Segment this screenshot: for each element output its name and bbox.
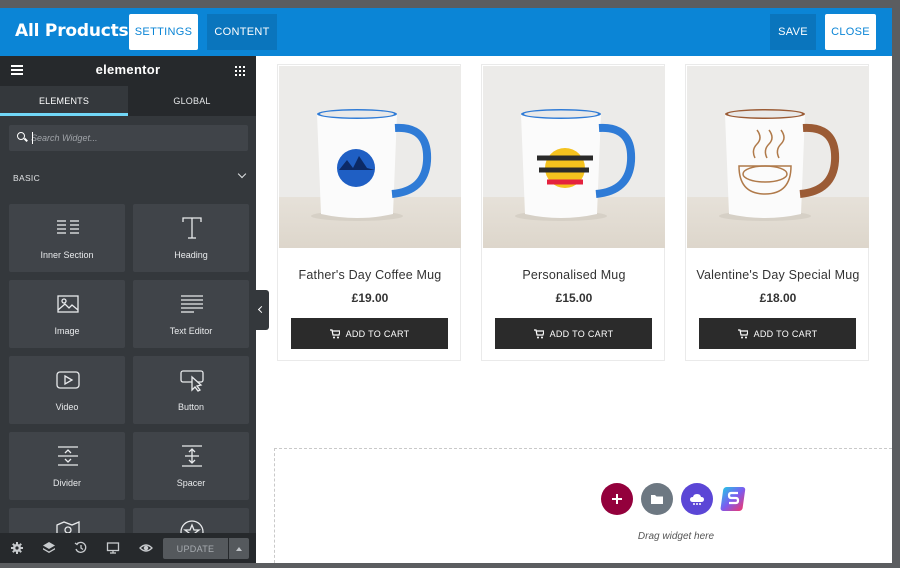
mug-illustration: [311, 109, 432, 221]
elementor-logo: elementor: [95, 62, 161, 77]
product-card: Valentine's Day Special Mug £18.00 ADD T…: [685, 64, 869, 361]
kit-library-button[interactable]: [681, 483, 713, 515]
product-name[interactable]: Personalised Mug: [482, 268, 666, 282]
s-logo-icon: [720, 487, 746, 511]
panel-header: elementor: [0, 56, 256, 86]
widget-text-editor[interactable]: Text Editor: [133, 280, 249, 348]
text-lines-icon: [181, 295, 203, 313]
widget-label: Text Editor: [169, 326, 213, 336]
product-image[interactable]: [483, 66, 665, 248]
add-to-cart-label: ADD TO CART: [549, 328, 614, 339]
widget-label: Image: [54, 326, 80, 336]
widget-divider[interactable]: Divider: [9, 432, 125, 500]
product-card: Personalised Mug £15.00 ADD TO CART: [481, 64, 665, 361]
editor-modal: All Products SETTINGS CONTENT SAVE CLOSE…: [0, 8, 892, 563]
widget-button[interactable]: Button: [133, 356, 249, 424]
widget-heading[interactable]: Heading: [133, 204, 249, 272]
heading-t-icon: [182, 217, 202, 239]
cloud-kit-icon: [690, 494, 704, 505]
product-price: £19.00: [351, 291, 389, 305]
chevron-down-icon: [237, 169, 247, 179]
save-button[interactable]: SAVE: [770, 14, 816, 50]
update-options-button[interactable]: [229, 538, 249, 559]
mug-illustration: [719, 109, 840, 221]
columns-icon: [57, 220, 79, 234]
widget-image[interactable]: Image: [9, 280, 125, 348]
mug-illustration: [515, 109, 636, 221]
add-to-cart-button[interactable]: ADD TO CART: [495, 318, 652, 349]
content-button[interactable]: CONTENT: [207, 14, 277, 50]
close-button[interactable]: CLOSE: [825, 14, 876, 50]
widget-label: Inner Section: [40, 250, 94, 260]
cart-icon: [737, 328, 748, 338]
panel-footer: UPDATE: [0, 533, 256, 563]
widget-spacer[interactable]: Spacer: [133, 432, 249, 500]
folder-icon: [651, 495, 663, 504]
tab-global[interactable]: GLOBAL: [128, 86, 256, 116]
cart-icon: [533, 328, 544, 338]
category-basic-header[interactable]: BASIC: [13, 169, 247, 183]
button-cursor-icon: [180, 370, 204, 392]
add-to-cart-button[interactable]: ADD TO CART: [699, 318, 856, 349]
product-image[interactable]: [279, 66, 461, 248]
widget-inner-section[interactable]: Inner Section: [9, 204, 125, 272]
add-template-button[interactable]: [641, 483, 673, 515]
settings-gear-icon[interactable]: [10, 541, 24, 555]
spacer-icon: [182, 445, 202, 467]
update-button[interactable]: UPDATE: [163, 538, 228, 559]
search-input[interactable]: [31, 125, 241, 151]
video-play-icon: [56, 371, 80, 389]
page-title: All Products: [15, 21, 129, 41]
add-plus-icon: [612, 494, 622, 504]
product-card: Father's Day Coffee Mug £19.00 ADD TO CA…: [277, 64, 461, 361]
cart-icon: [329, 328, 340, 338]
add-to-cart-button[interactable]: ADD TO CART: [291, 318, 448, 349]
product-name[interactable]: Father's Day Coffee Mug: [278, 268, 462, 282]
layers-icon[interactable]: [42, 541, 56, 555]
product-price: £18.00: [759, 291, 797, 305]
preview-eye-icon[interactable]: [139, 541, 153, 555]
collapse-panel-handle[interactable]: [256, 290, 269, 330]
widget-label: Button: [177, 402, 205, 412]
panel-tabs: ELEMENTS GLOBAL: [0, 86, 256, 116]
settings-button[interactable]: SETTINGS: [129, 14, 198, 50]
add-section-button[interactable]: [601, 483, 633, 515]
divider-icon: [58, 446, 78, 466]
tab-elements[interactable]: ELEMENTS: [0, 86, 128, 116]
widget-label: Video: [55, 402, 79, 412]
search-icon: [17, 132, 25, 140]
add-to-cart-label: ADD TO CART: [753, 328, 818, 339]
category-label: BASIC: [13, 173, 41, 183]
widget-label: Heading: [174, 250, 208, 260]
elementor-panel: elementor ELEMENTS GLOBAL BASIC: [0, 56, 256, 563]
drop-zone-hint: Drag widget here: [637, 531, 715, 542]
top-bar: All Products SETTINGS CONTENT SAVE CLOSE: [0, 8, 892, 56]
product-name[interactable]: Valentine's Day Special Mug: [686, 268, 870, 282]
widget-label: Divider: [52, 478, 81, 488]
history-icon[interactable]: [74, 541, 88, 555]
text-caret: [32, 132, 33, 144]
responsive-icon[interactable]: [106, 541, 120, 555]
widget-video[interactable]: Video: [9, 356, 125, 424]
widget-label: Spacer: [176, 478, 206, 488]
s-plugin-button[interactable]: [718, 483, 750, 515]
drop-zone[interactable]: [274, 448, 892, 563]
product-price: £15.00: [555, 291, 593, 305]
product-image[interactable]: [687, 66, 869, 248]
widgets-grid-icon[interactable]: [235, 66, 245, 76]
widget-search: [9, 125, 248, 151]
add-to-cart-label: ADD TO CART: [345, 328, 410, 339]
image-icon: [57, 295, 79, 313]
